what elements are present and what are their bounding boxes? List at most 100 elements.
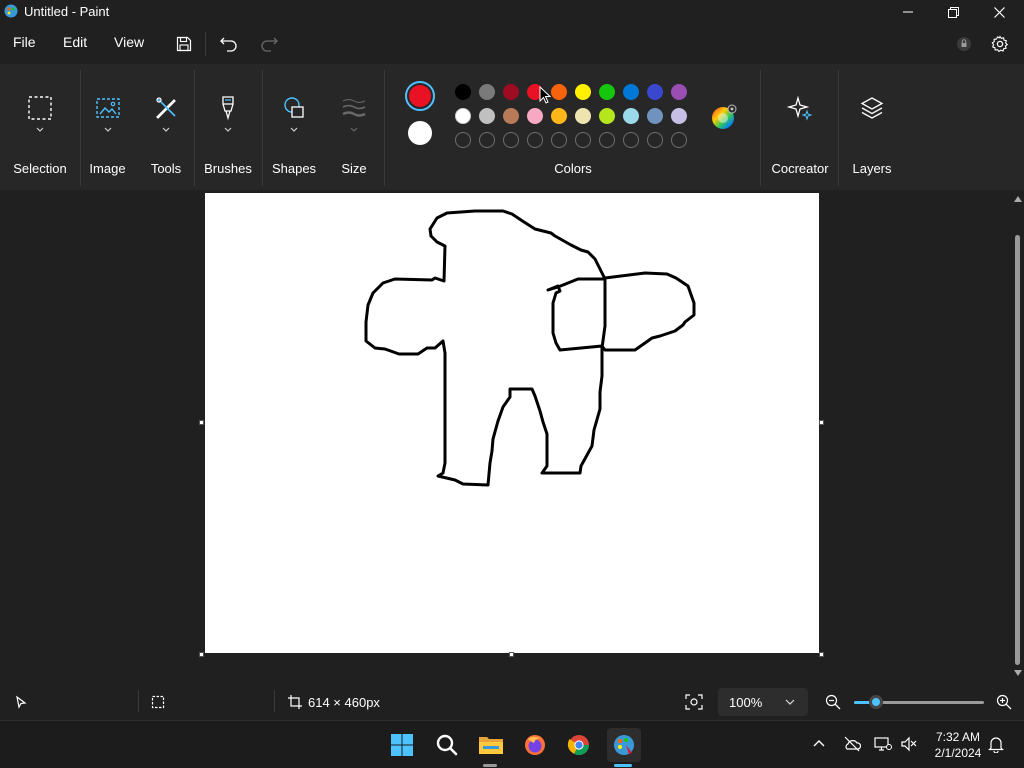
primary-color-swatch[interactable] bbox=[405, 81, 435, 111]
selection-icon bbox=[24, 92, 56, 124]
color-swatch[interactable] bbox=[551, 108, 567, 124]
shapes-icon bbox=[278, 92, 310, 124]
custom-color-slot[interactable] bbox=[527, 132, 543, 148]
cocreator-group[interactable]: Cocreator bbox=[762, 64, 838, 190]
volume-muted-icon[interactable] bbox=[900, 736, 918, 752]
custom-color-slot[interactable] bbox=[647, 132, 663, 148]
zoom-value: 100% bbox=[729, 695, 763, 710]
show-hidden-icons[interactable] bbox=[813, 739, 825, 747]
chevron-down-icon bbox=[785, 699, 795, 705]
fit-to-window-icon[interactable] bbox=[685, 694, 703, 710]
brushes-group[interactable]: Brushes bbox=[196, 64, 260, 190]
close-button[interactable] bbox=[976, 0, 1022, 24]
color-swatch[interactable] bbox=[599, 84, 615, 100]
window-title: Untitled - Paint bbox=[24, 4, 110, 19]
color-swatch[interactable] bbox=[455, 84, 471, 100]
onedrive-icon[interactable] bbox=[843, 736, 861, 752]
windows-logo-icon bbox=[391, 734, 413, 756]
file-explorer-button[interactable] bbox=[475, 729, 507, 761]
mouse-cursor-icon bbox=[539, 86, 551, 104]
vertical-scrollbar[interactable] bbox=[1012, 190, 1024, 682]
image-group[interactable]: Image bbox=[80, 64, 135, 190]
color-swatch[interactable] bbox=[623, 108, 639, 124]
color-swatch[interactable] bbox=[671, 108, 687, 124]
color-swatch[interactable] bbox=[479, 108, 495, 124]
account-button[interactable] bbox=[952, 32, 976, 56]
edit-colors-button[interactable] bbox=[711, 104, 737, 129]
tools-icon bbox=[150, 92, 182, 124]
taskbar: 7:32 AM 2/1/2024 bbox=[0, 720, 1024, 768]
chrome-button[interactable] bbox=[563, 729, 595, 761]
layers-icon bbox=[856, 92, 888, 124]
menu-view[interactable]: View bbox=[114, 34, 144, 50]
firefox-button[interactable] bbox=[519, 729, 551, 761]
drawing-sketch bbox=[364, 209, 696, 487]
primary-color-fill bbox=[409, 85, 431, 107]
custom-color-slot[interactable] bbox=[575, 132, 591, 148]
shapes-group[interactable]: Shapes bbox=[264, 64, 324, 190]
ribbon-divider bbox=[262, 70, 263, 186]
color-swatch[interactable] bbox=[479, 84, 495, 100]
resize-handle-bottom-right[interactable] bbox=[819, 652, 824, 657]
chevron-down-icon bbox=[224, 127, 232, 132]
resize-handle-left[interactable] bbox=[199, 420, 204, 425]
custom-color-slot[interactable] bbox=[503, 132, 519, 148]
menu-edit[interactable]: Edit bbox=[63, 34, 87, 50]
chevron-down-icon bbox=[350, 127, 358, 132]
color-swatch[interactable] bbox=[671, 84, 687, 100]
restore-button[interactable] bbox=[930, 0, 976, 24]
color-swatch[interactable] bbox=[551, 84, 567, 100]
size-icon bbox=[338, 92, 370, 124]
secondary-color-swatch[interactable] bbox=[408, 121, 432, 145]
color-swatch[interactable] bbox=[647, 84, 663, 100]
scrollbar-thumb[interactable] bbox=[1015, 235, 1020, 665]
settings-button[interactable] bbox=[988, 32, 1012, 56]
start-button[interactable] bbox=[386, 729, 418, 761]
menu-file[interactable]: File bbox=[13, 34, 36, 50]
system-clock[interactable]: 7:32 AM 2/1/2024 bbox=[928, 729, 988, 761]
color-swatch[interactable] bbox=[575, 84, 591, 100]
paint-taskbar-button[interactable] bbox=[607, 728, 641, 762]
colors-group: Colors bbox=[386, 64, 760, 190]
save-button[interactable] bbox=[172, 32, 196, 56]
custom-color-slot[interactable] bbox=[599, 132, 615, 148]
minimize-button[interactable] bbox=[885, 0, 931, 24]
notification-bell-icon[interactable] bbox=[988, 735, 1004, 753]
drawing-canvas[interactable] bbox=[205, 193, 819, 653]
undo-button[interactable] bbox=[217, 32, 241, 56]
scroll-down-icon[interactable] bbox=[1014, 670, 1022, 676]
selection-group[interactable]: Selection bbox=[0, 64, 80, 190]
zoom-in-icon[interactable] bbox=[996, 694, 1012, 710]
resize-handle-bottom-left[interactable] bbox=[199, 652, 204, 657]
status-divider bbox=[138, 690, 139, 712]
search-button[interactable] bbox=[431, 729, 463, 761]
colors-label: Colors bbox=[554, 161, 592, 176]
clock-date: 2/1/2024 bbox=[934, 746, 982, 760]
size-group[interactable]: Size bbox=[326, 64, 382, 190]
color-swatch[interactable] bbox=[575, 108, 591, 124]
color-swatch[interactable] bbox=[503, 84, 519, 100]
custom-color-slot[interactable] bbox=[623, 132, 639, 148]
resize-handle-bottom[interactable] bbox=[509, 652, 514, 657]
network-icon[interactable] bbox=[874, 736, 892, 752]
zoom-out-icon[interactable] bbox=[825, 694, 841, 710]
zoom-slider-thumb[interactable] bbox=[869, 695, 884, 709]
cocreator-icon bbox=[784, 92, 816, 124]
custom-color-slot[interactable] bbox=[551, 132, 567, 148]
color-swatch[interactable] bbox=[527, 108, 543, 124]
title-bar: Untitled - Paint bbox=[0, 0, 1024, 24]
resize-handle-right[interactable] bbox=[819, 420, 824, 425]
color-swatch[interactable] bbox=[503, 108, 519, 124]
scroll-up-icon[interactable] bbox=[1014, 196, 1022, 202]
color-swatch[interactable] bbox=[623, 84, 639, 100]
layers-group[interactable]: Layers bbox=[840, 64, 904, 190]
color-swatch[interactable] bbox=[455, 108, 471, 124]
color-swatch[interactable] bbox=[647, 108, 663, 124]
redo-button[interactable] bbox=[257, 32, 281, 56]
color-swatch[interactable] bbox=[599, 108, 615, 124]
custom-color-slot[interactable] bbox=[671, 132, 687, 148]
custom-color-slot[interactable] bbox=[455, 132, 471, 148]
zoom-dropdown[interactable]: 100% bbox=[718, 688, 808, 716]
custom-color-slot[interactable] bbox=[479, 132, 495, 148]
tools-group[interactable]: Tools bbox=[140, 64, 192, 190]
